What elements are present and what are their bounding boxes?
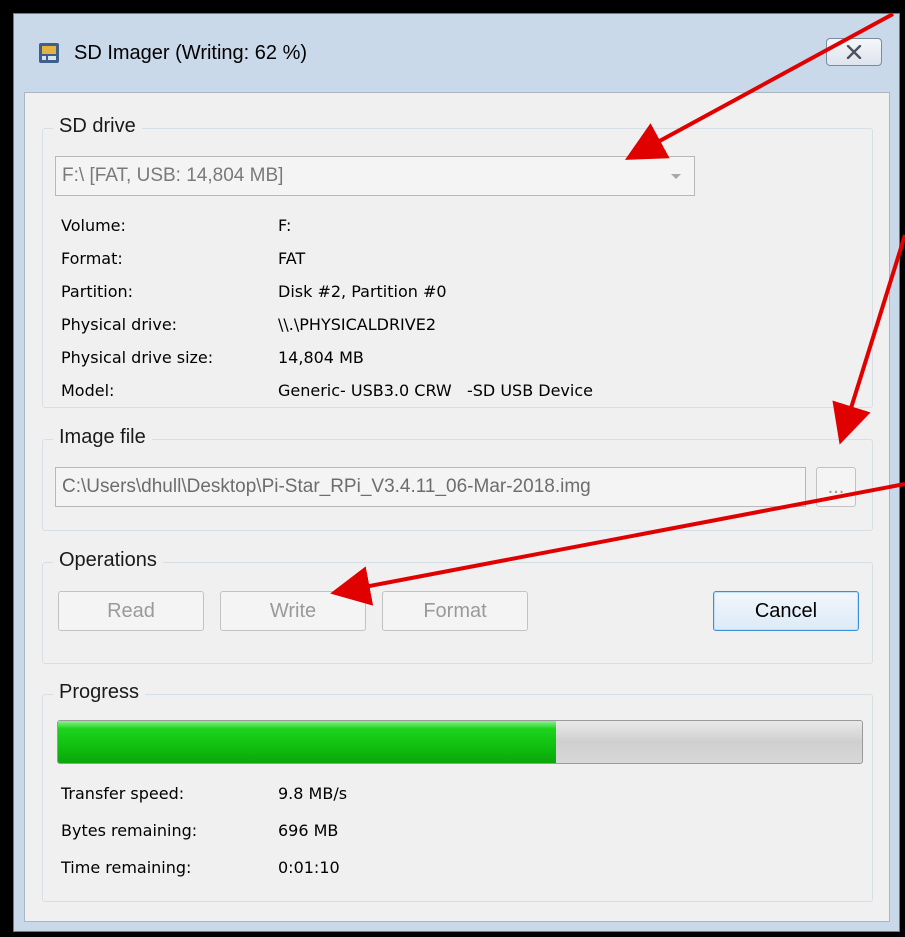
close-icon (846, 45, 862, 59)
sd-imager-window: SD Imager (Writing: 62 %) SD drive F:\ [… (13, 13, 900, 932)
format-button-label: Format (423, 599, 487, 622)
bytes-remaining-value: 696 MB (278, 821, 339, 840)
sd-drive-selected-value: F:\ [FAT, USB: 14,804 MB] (62, 165, 284, 186)
read-button-label: Read (107, 599, 155, 622)
window-title: SD Imager (Writing: 62 %) (74, 42, 308, 64)
format-button[interactable]: Format (382, 591, 528, 631)
info-label-format: Format: (61, 249, 123, 268)
image-file-group: Image file C:\Users\dhull\Desktop\Pi-Sta… (42, 426, 873, 531)
progress-group: Progress Transfer speed: 9.8 MB/s Bytes … (42, 681, 873, 902)
progress-bar-fill (58, 721, 557, 763)
sd-drive-select[interactable]: F:\ [FAT, USB: 14,804 MB] (55, 156, 695, 196)
bytes-remaining-label: Bytes remaining: (61, 821, 198, 840)
cancel-button[interactable]: Cancel (713, 591, 859, 631)
operations-group: Operations Read Write Format Cancel (42, 549, 873, 664)
transfer-speed-label: Transfer speed: (61, 784, 185, 803)
cancel-button-label: Cancel (754, 599, 818, 622)
transfer-speed-value: 9.8 MB/s (278, 784, 348, 803)
sd-drive-group: SD drive F:\ [FAT, USB: 14,804 MB] Volum… (42, 115, 873, 408)
info-value-volume: F: (278, 216, 292, 235)
info-label-partition: Partition: (61, 282, 134, 301)
image-file-group-title: Image file (53, 426, 152, 449)
info-label-physical-drive: Physical drive: (61, 315, 178, 334)
info-value-format: FAT (278, 249, 306, 268)
info-value-model: Generic- USB3.0 CRW -SD USB Device (278, 381, 593, 400)
write-button[interactable]: Write (220, 591, 366, 631)
info-value-partition: Disk #2, Partition #0 (278, 282, 447, 301)
progress-group-title: Progress (53, 681, 146, 704)
info-value-physical-drive: \\.\PHYSICALDRIVE2 (278, 315, 437, 334)
title-bar: SD Imager (Writing: 62 %) (14, 14, 899, 92)
time-remaining-label: Time remaining: (61, 858, 192, 877)
close-button[interactable] (826, 38, 882, 66)
browse-button-label: ... (827, 475, 845, 498)
chevron-down-icon (671, 174, 681, 179)
progress-bar-wrapper (43, 720, 872, 764)
browse-button[interactable]: ... (816, 467, 856, 507)
client-area: SD drive F:\ [FAT, USB: 14,804 MB] Volum… (24, 92, 890, 922)
info-value-physical-drive-size: 14,804 MB (278, 348, 364, 367)
info-label-model: Model: (61, 381, 115, 400)
write-button-label: Write (269, 599, 317, 622)
info-label-physical-drive-size: Physical drive size: (61, 348, 214, 367)
read-button[interactable]: Read (58, 591, 204, 631)
sd-drive-group-title: SD drive (53, 115, 142, 138)
image-file-path-input[interactable]: C:\Users\dhull\Desktop\Pi-Star_RPi_V3.4.… (55, 467, 806, 507)
progress-bar (57, 720, 863, 764)
screenshot-frame: SD Imager (Writing: 62 %) SD drive F:\ [… (0, 0, 905, 937)
operations-group-title: Operations (53, 549, 163, 572)
time-remaining-value: 0:01:10 (278, 858, 340, 877)
sd-card-icon (39, 43, 59, 63)
info-label-volume: Volume: (61, 216, 126, 235)
